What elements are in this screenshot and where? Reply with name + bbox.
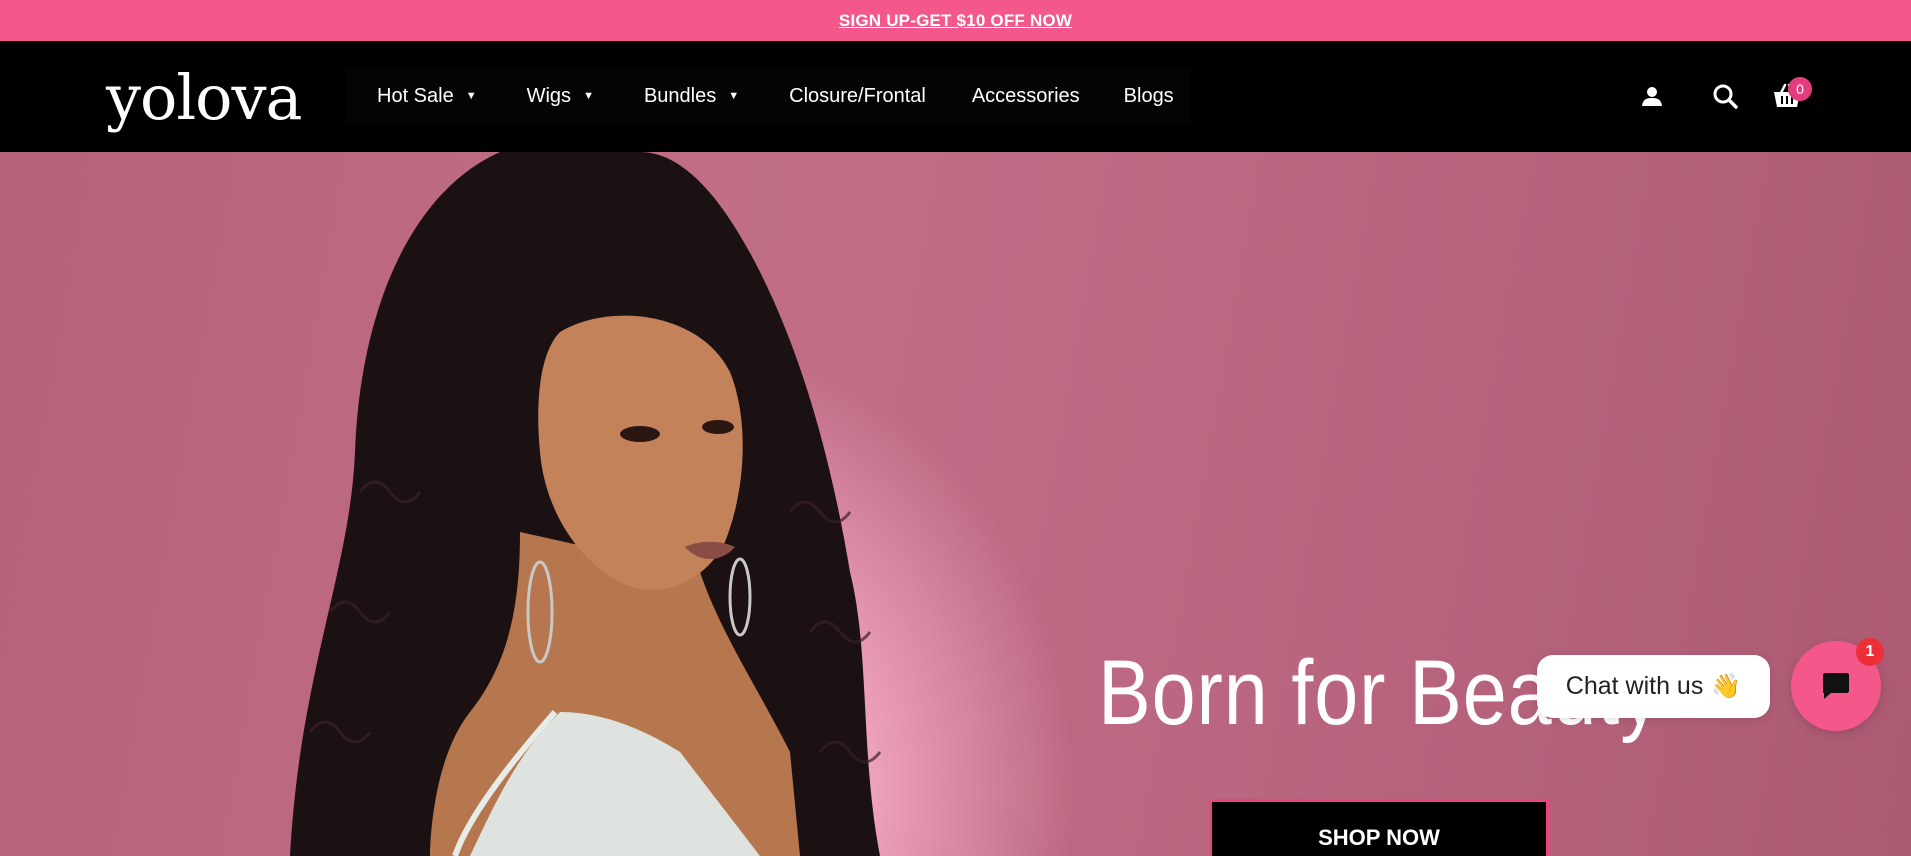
caret-down-icon: ▼ (465, 90, 477, 102)
chat-prompt-bubble[interactable]: Chat with us 👋 (1537, 655, 1770, 718)
search-icon[interactable] (1701, 70, 1749, 122)
account-icon[interactable] (1628, 70, 1676, 122)
main-nav: Hot Sale ▼ Wigs ▼ Bundles ▼ Closure/Fron… (346, 67, 1190, 125)
nav-item-label: Blogs (1123, 84, 1174, 107)
chat-icon (1823, 673, 1849, 699)
caret-down-icon: ▼ (728, 90, 740, 102)
nav-item-bundles[interactable]: Bundles ▼ (614, 67, 743, 125)
hero-model-image (290, 152, 882, 856)
nav-item-label: Accessories (971, 84, 1080, 107)
hero-banner[interactable]: Born for Beauty SHOP NOW (0, 152, 1911, 856)
nav-item-label: Hot Sale (377, 84, 454, 107)
nav-item-label: Wigs (526, 84, 572, 107)
nav-item-closure-frontal[interactable]: Closure/Frontal (759, 67, 926, 125)
chat-unread-badge: 1 (1856, 638, 1884, 666)
brand-logo[interactable]: yolova (106, 53, 304, 143)
announcement-bar: SIGN UP-GET $10 OFF NOW (0, 0, 1911, 41)
nav-item-label: Bundles (643, 84, 717, 107)
site-header: yolova Hot Sale ▼ Wigs ▼ Bundles ▼ Closu… (0, 41, 1911, 152)
chat-prompt-label: Chat with us (1565, 672, 1704, 700)
nav-item-hot-sale[interactable]: Hot Sale ▼ (346, 67, 481, 125)
waving-hand-icon: 👋 (1711, 673, 1742, 700)
nav-item-label: Closure/Frontal (789, 84, 926, 107)
nav-item-accessories[interactable]: Accessories (942, 67, 1080, 125)
caret-down-icon: ▼ (583, 90, 594, 102)
cart-count-badge: 0 (1788, 77, 1812, 101)
nav-item-wigs[interactable]: Wigs ▼ (497, 67, 598, 125)
nav-item-blogs[interactable]: Blogs (1094, 67, 1174, 125)
signup-offer-link[interactable]: SIGN UP-GET $10 OFF NOW (839, 11, 1072, 31)
shop-now-button[interactable]: SHOP NOW (1209, 799, 1549, 856)
